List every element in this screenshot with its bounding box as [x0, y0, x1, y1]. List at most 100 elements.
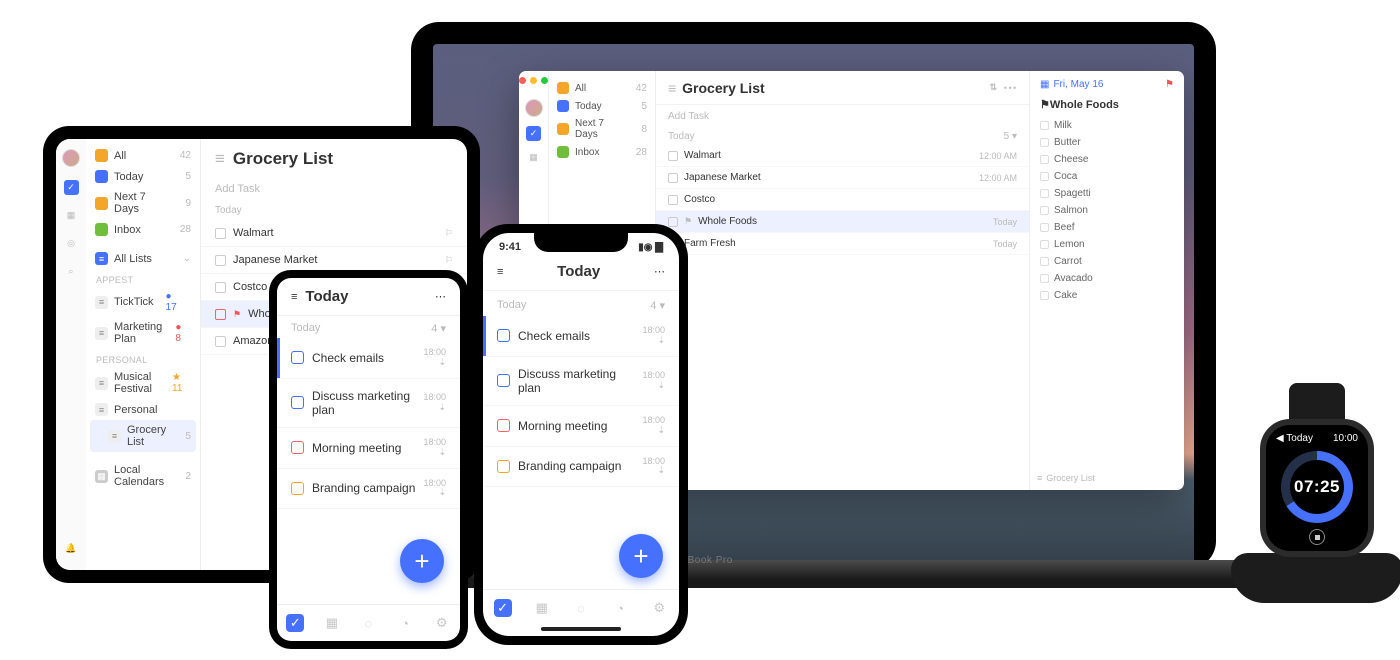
checkbox-icon[interactable] — [215, 309, 226, 320]
checkbox-icon[interactable] — [1040, 172, 1049, 181]
search-icon[interactable]: ⌕ — [64, 264, 79, 279]
subtask-row[interactable]: Salmon — [1040, 202, 1174, 219]
location-icon[interactable]: ◎ — [64, 236, 79, 251]
avatar[interactable] — [525, 99, 543, 117]
checkbox-icon[interactable] — [1040, 138, 1049, 147]
task-row[interactable]: Morning meeting 18:00⇣ — [277, 428, 460, 469]
task-row[interactable]: Costco — [656, 189, 1029, 211]
all-lists-row[interactable]: ≡ All Lists ⌄ — [90, 248, 196, 269]
subtask-row[interactable]: Beef — [1040, 219, 1174, 236]
add-task-input[interactable]: Add Task — [201, 179, 467, 203]
calendar-tab-icon[interactable]: ▦ — [323, 614, 341, 632]
group-header[interactable]: APPEST — [90, 269, 196, 287]
task-row[interactable]: Branding campaign 18:00⇣ — [483, 447, 679, 488]
checkbox-icon[interactable] — [291, 396, 304, 409]
flag-icon[interactable]: ⚐ — [445, 228, 453, 239]
checkbox-icon[interactable] — [497, 419, 510, 432]
checkbox-icon[interactable] — [215, 255, 226, 266]
checkbox-icon[interactable] — [1040, 223, 1049, 232]
calendar-icon[interactable]: ▦ — [526, 150, 541, 165]
subtask-row[interactable]: Spagetti — [1040, 185, 1174, 202]
subtask-row[interactable]: Cheese — [1040, 151, 1174, 168]
settings-tab-icon[interactable]: ⚙ — [650, 599, 668, 617]
location-tab-icon[interactable]: ◔ — [396, 614, 414, 632]
sort-icon[interactable]: ⇅ — [989, 82, 997, 93]
group-header[interactable]: Personal — [90, 349, 196, 367]
list-row[interactable]: ≡ TickTick ● 17 — [90, 287, 196, 317]
subtask-row[interactable]: Lemon — [1040, 236, 1174, 253]
checkbox-icon[interactable] — [1040, 121, 1049, 130]
calendar-icon[interactable]: ▦ — [1040, 79, 1049, 90]
checkbox-icon[interactable] — [291, 482, 304, 495]
avatar[interactable] — [62, 149, 80, 167]
task-row[interactable]: Branding campaign 18:00⇣ — [277, 469, 460, 510]
more-icon[interactable]: ⋯ — [1003, 79, 1017, 96]
add-task-fab[interactable]: + — [400, 539, 444, 583]
checkbox-icon[interactable] — [1040, 257, 1049, 266]
list-row[interactable]: ≡ Musical Festival ★ 11 — [90, 367, 196, 399]
checkbox-icon[interactable] — [1040, 274, 1049, 283]
back-label[interactable]: ◀ Today — [1276, 433, 1313, 444]
checkbox-icon[interactable] — [1040, 155, 1049, 164]
subtask-row[interactable]: Avacado — [1040, 270, 1174, 287]
smart-list-row[interactable]: Next 7 Days 9 — [90, 187, 196, 219]
checkbox-icon[interactable] — [291, 351, 304, 364]
flag-icon[interactable]: ⚐ — [445, 255, 453, 266]
checkbox-icon[interactable] — [497, 460, 510, 473]
smart-list-row[interactable]: All 42 — [90, 145, 196, 166]
checkbox-icon[interactable] — [497, 329, 510, 342]
list-row[interactable]: ≡ Marketing Plan ● 8 — [90, 317, 196, 349]
task-row[interactable]: ⚑ Whole Foods Today — [656, 211, 1029, 233]
subtask-row[interactable]: Butter — [1040, 134, 1174, 151]
task-row[interactable]: Morning meeting 18:00⇣ — [483, 406, 679, 447]
smart-list-row[interactable]: Today 5 — [90, 166, 196, 187]
list-row[interactable]: ≡ Personal — [90, 399, 196, 420]
tasks-tab-icon[interactable]: ✓ — [494, 599, 512, 617]
task-row[interactable]: Check emails 18:00⇣ — [277, 338, 460, 379]
stop-button[interactable] — [1309, 529, 1325, 545]
task-row[interactable]: Discuss marketing plan 18:00⇣ — [277, 379, 460, 428]
check-icon[interactable]: ✓ — [526, 126, 541, 141]
checkbox-icon[interactable] — [668, 195, 678, 205]
flag-icon[interactable]: ⚑ — [1165, 79, 1174, 90]
task-row[interactable]: Farm Fresh Today — [656, 233, 1029, 255]
checkbox-icon[interactable] — [291, 441, 304, 454]
smart-list-row[interactable]: Inbox 28 — [553, 143, 651, 161]
checkbox-icon[interactable] — [215, 336, 226, 347]
hamburger-icon[interactable]: ≡ — [497, 266, 503, 278]
smart-list-row[interactable]: Inbox 28 — [90, 219, 196, 240]
home-indicator[interactable] — [541, 627, 621, 631]
checkbox-icon[interactable] — [1040, 206, 1049, 215]
section-count[interactable]: 4 ▾ — [650, 299, 665, 312]
calendar-tab-icon[interactable]: ▦ — [533, 599, 551, 617]
hamburger-icon[interactable]: ≡ — [215, 149, 225, 169]
section-count[interactable]: 5 ▾ — [1004, 131, 1017, 142]
habit-tab-icon[interactable]: ◔ — [611, 599, 629, 617]
list-row[interactable]: ≡ Grocery List 5 — [90, 420, 196, 452]
task-row[interactable]: Walmart 12:00 AM — [656, 145, 1029, 167]
settings-tab-icon[interactable]: ⚙ — [433, 614, 451, 632]
more-icon[interactable]: ⋯ — [435, 290, 446, 303]
checkbox-icon[interactable] — [497, 374, 510, 387]
local-calendars-row[interactable]: ▦ Local Calendars 2 — [90, 460, 196, 492]
checkbox-icon[interactable] — [1040, 240, 1049, 249]
task-row[interactable]: Walmart ⚐ — [201, 220, 467, 247]
section-count[interactable]: 4 ▾ — [431, 322, 446, 335]
task-row[interactable]: Check emails 18:00⇣ — [483, 316, 679, 357]
checkbox-icon[interactable] — [668, 151, 678, 161]
checkbox-icon[interactable] — [215, 282, 226, 293]
bell-icon[interactable]: 🔔 — [64, 541, 79, 556]
subtask-row[interactable]: Cake — [1040, 287, 1174, 304]
add-task-input[interactable]: Add Task — [656, 105, 1029, 128]
subtask-row[interactable]: Coca — [1040, 168, 1174, 185]
add-task-fab[interactable]: + — [619, 534, 663, 578]
checkbox-icon[interactable] — [1040, 189, 1049, 198]
pomo-tab-icon[interactable]: ◌ — [359, 614, 377, 632]
checkbox-icon[interactable] — [668, 217, 678, 227]
hamburger-icon[interactable]: ≡ — [668, 80, 676, 96]
checkbox-icon[interactable] — [668, 173, 678, 183]
window-controls[interactable] — [519, 77, 548, 84]
task-row[interactable]: Japanese Market 12:00 AM — [656, 167, 1029, 189]
subtask-row[interactable]: Milk — [1040, 117, 1174, 134]
checkbox-icon[interactable] — [1040, 291, 1049, 300]
